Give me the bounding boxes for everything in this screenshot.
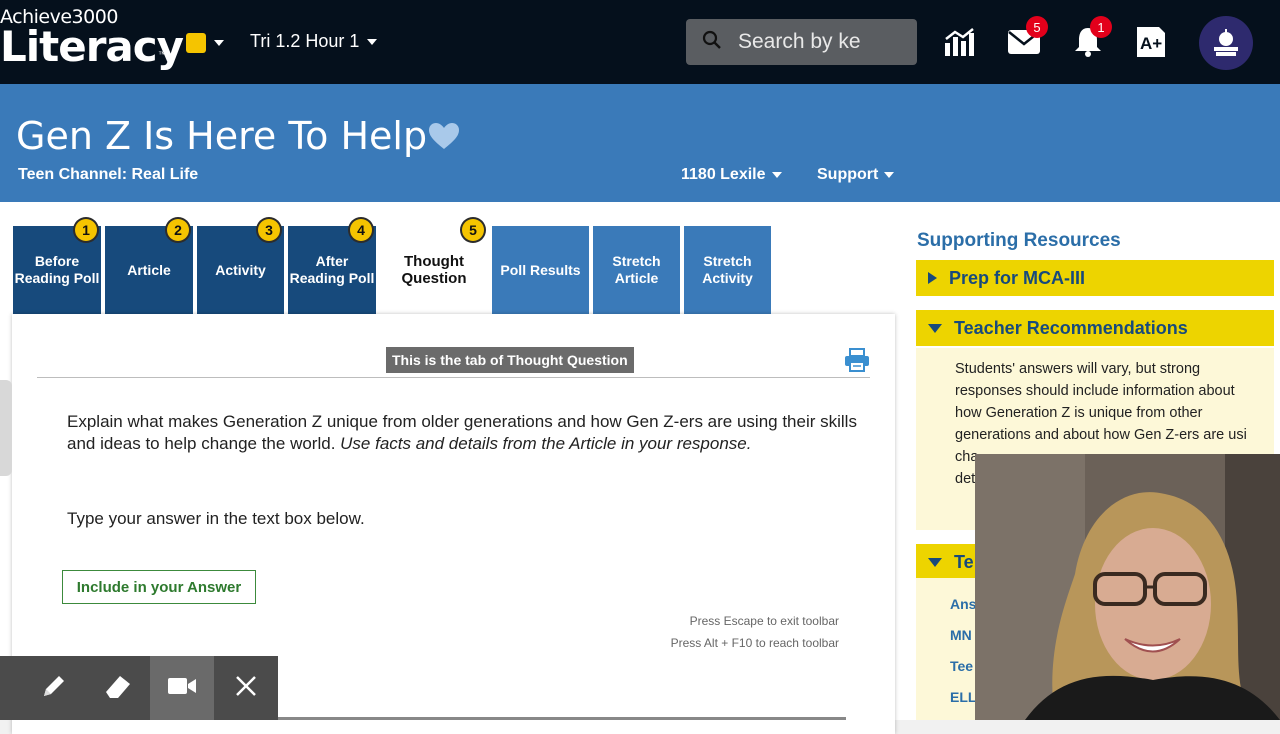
tab-label: Thought Question xyxy=(401,253,467,287)
pencil-icon xyxy=(40,672,68,705)
caret-right-icon xyxy=(928,272,937,284)
eraser-icon xyxy=(103,672,133,705)
resource-link[interactable]: ELL xyxy=(950,689,976,705)
lexile-dropdown[interactable]: 1180 Lexile xyxy=(681,166,782,184)
video-camera-icon xyxy=(167,676,197,701)
bell-icon[interactable]: 1 xyxy=(1070,16,1112,60)
toolbar-hint: Press Alt + F10 to reach toolbar xyxy=(670,636,839,650)
supporting-resources-title: Supporting Resources xyxy=(917,230,1121,251)
step-number: 1 xyxy=(75,219,97,241)
teacher-rec-label: Teacher Recommendations xyxy=(954,317,1188,338)
chevron-down-icon xyxy=(884,172,895,178)
recommendations-body: Students' answers will vary, but strong … xyxy=(955,361,1247,443)
pen-button[interactable] xyxy=(22,656,86,720)
third-accordion-label: Te xyxy=(954,551,974,572)
eraser-button[interactable] xyxy=(86,656,150,720)
tab-thought-question[interactable]: Thought Question 5 xyxy=(380,219,488,314)
tab-label: Stretch Activity xyxy=(702,253,753,286)
achieve3000-logo[interactable]: Achieve3000 Literacy ™ xyxy=(0,6,184,71)
print-icon[interactable] xyxy=(844,348,870,377)
tab-label: Activity xyxy=(215,261,266,278)
close-icon xyxy=(235,675,257,702)
article-title: Gen Z Is Here To Help xyxy=(16,114,428,158)
class-name: Tri 1.2 Hour 1 xyxy=(250,31,360,51)
step-number: 4 xyxy=(350,219,372,241)
recommendations-fragment: det xyxy=(955,471,976,487)
top-nav-bar: Achieve3000 Literacy ™ Tri 1.2 Hour 1 5 … xyxy=(0,0,1280,84)
webcam-overlay xyxy=(975,454,1280,720)
mail-badge: 5 xyxy=(1026,16,1048,38)
lesson-tabs: Before Reading Poll 1 Article 2 Activity… xyxy=(13,219,771,314)
tab-stretch-activity[interactable]: Stretch Activity xyxy=(684,226,771,314)
presenter-video xyxy=(975,454,1280,720)
gradebook-label: A+ xyxy=(1140,34,1162,53)
resource-link[interactable]: Ans xyxy=(950,596,976,612)
tab-after-reading-poll[interactable]: After Reading Poll 4 xyxy=(288,219,376,314)
step-number: 2 xyxy=(167,219,189,241)
step-number: 3 xyxy=(258,219,280,241)
heart-icon[interactable] xyxy=(428,122,460,155)
tab-label: Article xyxy=(127,261,171,278)
question-text: Explain what makes Generation Z unique f… xyxy=(67,411,857,455)
camera-button[interactable] xyxy=(150,656,214,720)
tab-article[interactable]: Article 2 xyxy=(105,219,193,314)
tab-label: Stretch Article xyxy=(612,253,661,286)
prep-accordion[interactable]: Prep for MCA-III xyxy=(916,260,1274,296)
prep-label: Prep for MCA-III xyxy=(949,267,1086,288)
teacher-recommendations-accordion[interactable]: Teacher Recommendations xyxy=(916,310,1274,346)
step-number: 5 xyxy=(462,219,484,241)
resource-link[interactable]: Tee xyxy=(950,658,973,674)
caret-down-icon xyxy=(928,557,942,567)
search-input[interactable] xyxy=(738,30,868,54)
class-selector[interactable]: Tri 1.2 Hour 1 xyxy=(250,31,378,52)
logo-trademark: ™ xyxy=(158,50,166,59)
support-label: Support xyxy=(817,166,879,183)
tab-stretch-article[interactable]: Stretch Article xyxy=(593,226,680,314)
tab-label: Before Reading Poll xyxy=(14,253,100,286)
question-instruction: Use facts and details from the Article i… xyxy=(340,434,752,453)
answer-instruction: Type your answer in the text box below. xyxy=(67,509,365,528)
annotation-toolbar xyxy=(0,656,278,720)
gradebook-icon[interactable]: A+ xyxy=(1133,24,1169,60)
alert-badge: 1 xyxy=(1090,16,1112,38)
divider xyxy=(37,377,870,378)
include-in-answer-button[interactable]: Include in your Answer xyxy=(62,570,256,604)
chevron-down-icon xyxy=(367,38,378,45)
close-button[interactable] xyxy=(214,656,278,720)
channel-label: Teen Channel: Real Life xyxy=(18,166,199,183)
reports-chart-icon[interactable] xyxy=(942,24,978,60)
support-dropdown[interactable]: Support xyxy=(817,166,895,184)
tab-label: Poll Results xyxy=(500,261,581,278)
chevron-down-icon xyxy=(771,172,782,178)
tab-before-reading-poll[interactable]: Before Reading Poll 1 xyxy=(13,219,101,314)
tab-tooltip: This is the tab of Thought Question xyxy=(386,347,634,373)
chevron-down-icon[interactable] xyxy=(214,40,224,46)
search-box[interactable] xyxy=(686,19,917,65)
resource-link[interactable]: MN xyxy=(950,627,972,643)
tab-label: After Reading Poll xyxy=(289,253,375,286)
article-header: Gen Z Is Here To Help Teen Channel: Real… xyxy=(0,84,1280,202)
color-theme-square[interactable] xyxy=(186,33,206,53)
search-icon xyxy=(702,30,722,55)
user-avatar[interactable] xyxy=(1199,16,1253,70)
logo-big-text: Literacy xyxy=(0,22,184,71)
side-drawer-handle[interactable] xyxy=(0,380,12,476)
tab-activity[interactable]: Activity 3 xyxy=(197,219,284,314)
escape-hint: Press Escape to exit toolbar xyxy=(689,614,839,628)
tab-poll-results[interactable]: Poll Results xyxy=(492,226,589,314)
mail-icon[interactable]: 5 xyxy=(1006,16,1048,60)
caret-down-icon xyxy=(928,323,942,333)
lexile-label: 1180 Lexile xyxy=(681,166,766,183)
